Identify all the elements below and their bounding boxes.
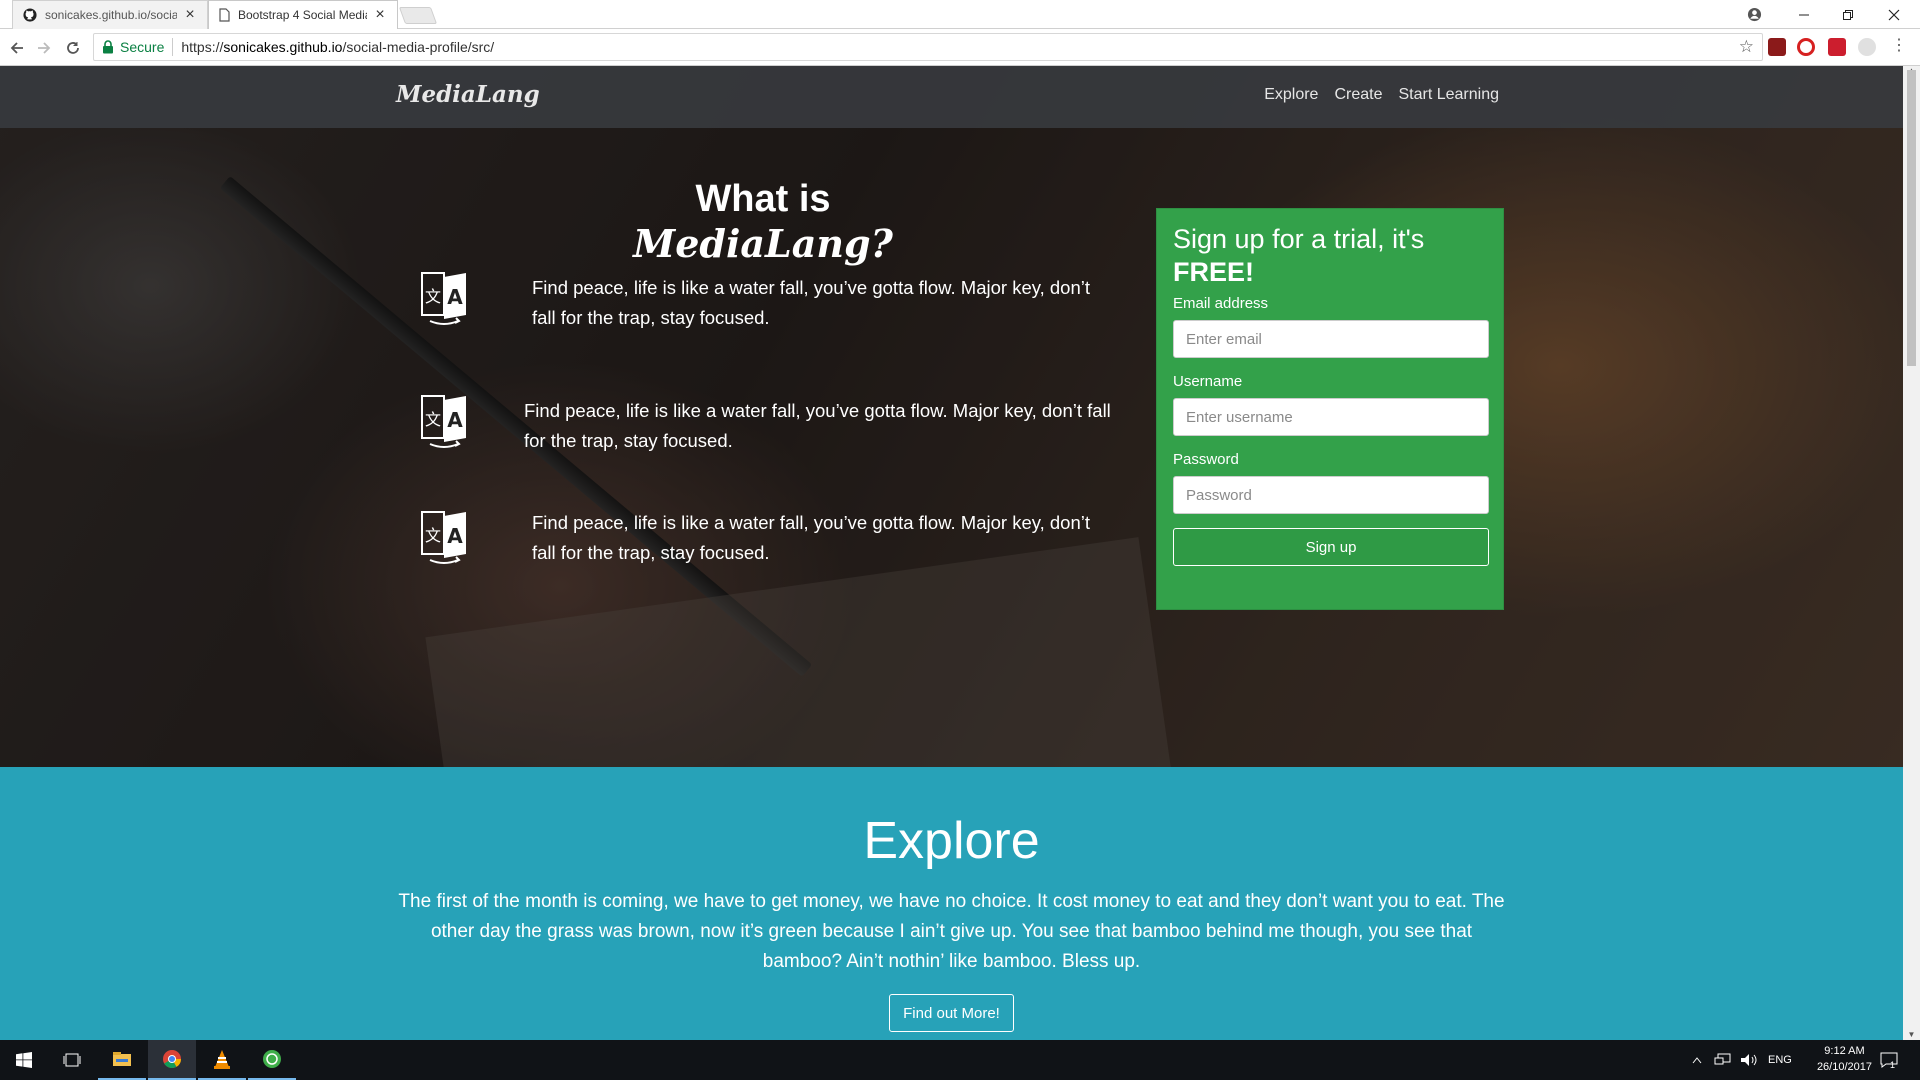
translate-icon: 文A xyxy=(418,508,470,566)
hero-title-prefix: What is xyxy=(695,178,831,220)
address-bar[interactable]: Secure https://sonicakes.github.io/socia… xyxy=(93,33,1763,61)
email-label: Email address xyxy=(1173,295,1269,312)
feature-item: 文A Find peace, life is like a water fall… xyxy=(418,269,1118,329)
url-host: sonicakes.github.io xyxy=(223,39,343,55)
signup-form: Sign up for a trial, it's FREE! Email add… xyxy=(1156,208,1504,610)
browser-tab-github[interactable]: sonicakes.github.io/socia × xyxy=(12,0,208,29)
address-divider xyxy=(172,38,174,56)
page-scrollbar[interactable]: ▲ ▼ xyxy=(1903,66,1920,1040)
svg-text:A: A xyxy=(447,285,463,309)
clock-time: 9:12 AM xyxy=(1824,1045,1865,1057)
explore-title: Explore xyxy=(863,812,1040,870)
bookmark-star-icon[interactable]: ☆ xyxy=(1739,37,1754,57)
username-field[interactable]: Enter username xyxy=(1173,398,1489,436)
password-field[interactable]: Password xyxy=(1173,476,1489,514)
browser-tab-strip: sonicakes.github.io/socia × Bootstrap 4 … xyxy=(0,0,1920,29)
windows-taskbar: ENG 9:12 AM 26/10/2017 1 xyxy=(0,1040,1920,1080)
notifications-icon[interactable]: 1 xyxy=(1880,1040,1898,1080)
username-label: Username xyxy=(1173,373,1243,390)
reload-icon[interactable] xyxy=(61,36,85,60)
file-explorer-icon[interactable] xyxy=(98,1040,146,1080)
signup-heading-free: FREE! xyxy=(1173,257,1254,287)
network-icon[interactable] xyxy=(1714,1040,1732,1080)
hero-title: What is MediaLang? xyxy=(588,178,938,267)
site-navbar: MediaLang Explore Create Start Learning xyxy=(0,66,1903,128)
feature-item: 文A Find peace, life is like a water fall… xyxy=(418,508,1118,568)
nav-link-explore[interactable]: Explore xyxy=(1264,86,1318,104)
sign-up-button[interactable]: Sign up xyxy=(1173,528,1489,566)
chrome-icon[interactable] xyxy=(148,1040,196,1080)
language-indicator[interactable]: ENG xyxy=(1768,1040,1792,1080)
restore-icon[interactable] xyxy=(1826,0,1870,29)
forward-arrow-icon[interactable] xyxy=(32,36,56,60)
minimize-icon[interactable] xyxy=(1782,0,1826,29)
profile-icon[interactable] xyxy=(1732,0,1776,29)
pdf-extension-icon[interactable] xyxy=(1768,38,1786,56)
scroll-down-icon[interactable]: ▼ xyxy=(1907,1030,1916,1039)
hero-title-brand: MediaLang? xyxy=(633,221,893,266)
clock-date: 26/10/2017 xyxy=(1816,1061,1872,1073)
grey-extension-icon[interactable] xyxy=(1858,38,1876,56)
tab-label: Bootstrap 4 Social Media xyxy=(238,8,367,22)
document-icon xyxy=(219,8,230,22)
close-window-icon[interactable] xyxy=(1872,0,1916,29)
signup-heading: Sign up for a trial, it's FREE! xyxy=(1173,223,1487,289)
signup-heading-text: Sign up for a trial, it's xyxy=(1173,224,1425,254)
task-view-icon[interactable] xyxy=(48,1040,96,1080)
browser-tab-active[interactable]: Bootstrap 4 Social Media × xyxy=(208,0,398,29)
feature-text: Find peace, life is like a water fall, y… xyxy=(532,277,1091,328)
feature-item: 文A Find peace, life is like a water fall… xyxy=(418,392,1118,452)
svg-text:A: A xyxy=(447,524,463,548)
secure-label: Secure xyxy=(120,39,165,55)
feature-text: Find peace, life is like a water fall, y… xyxy=(524,400,1111,451)
red-extension-icon[interactable] xyxy=(1828,38,1846,56)
url-text[interactable]: https://sonicakes.github.io/social-media… xyxy=(181,39,494,55)
close-icon[interactable]: × xyxy=(373,6,387,24)
nav-link-start-learning[interactable]: Start Learning xyxy=(1398,86,1499,104)
volume-icon[interactable] xyxy=(1740,1040,1758,1080)
translate-icon: 文A xyxy=(418,269,470,327)
github-icon xyxy=(23,8,37,22)
feature-text: Find peace, life is like a water fall, y… xyxy=(532,512,1091,563)
lock-icon xyxy=(102,40,114,54)
url-path: /social-media-profile/src/ xyxy=(342,39,495,55)
windows-start-icon[interactable] xyxy=(0,1040,48,1080)
green-app-icon[interactable] xyxy=(248,1040,296,1080)
translate-icon: 文A xyxy=(418,392,470,450)
nav-links: Explore Create Start Learning xyxy=(1264,86,1499,104)
explore-section: Explore The first of the month is coming… xyxy=(0,767,1903,1040)
close-icon[interactable]: × xyxy=(183,6,197,24)
taskbar-clock[interactable]: 9:12 AM 26/10/2017 xyxy=(1817,1043,1872,1075)
email-field[interactable]: Enter email xyxy=(1173,320,1489,358)
new-tab-button[interactable] xyxy=(398,7,438,24)
notification-count: 1 xyxy=(1890,1060,1896,1070)
opera-extension-icon[interactable] xyxy=(1797,38,1815,56)
hero-section: MediaLang Explore Create Start Learning … xyxy=(0,66,1903,767)
svg-text:A: A xyxy=(447,408,463,432)
tab-label: sonicakes.github.io/socia xyxy=(45,8,177,22)
browser-toolbar: Secure https://sonicakes.github.io/socia… xyxy=(0,29,1920,66)
scrollbar-thumb[interactable] xyxy=(1907,70,1916,366)
url-scheme: https:// xyxy=(181,39,224,55)
nav-link-create[interactable]: Create xyxy=(1334,86,1382,104)
show-hidden-icons-icon[interactable] xyxy=(1692,1040,1702,1080)
page-viewport: MediaLang Explore Create Start Learning … xyxy=(0,66,1903,1040)
vlc-icon[interactable] xyxy=(198,1040,246,1080)
find-out-more-button[interactable]: Find out More! xyxy=(889,994,1014,1032)
brand-logo[interactable]: MediaLang xyxy=(396,81,540,108)
svg-text:文: 文 xyxy=(425,526,441,545)
svg-text:文: 文 xyxy=(425,287,441,306)
back-arrow-icon[interactable] xyxy=(5,36,29,60)
password-label: Password xyxy=(1173,451,1239,468)
explore-body: The first of the month is coming, we hav… xyxy=(398,891,1505,972)
svg-text:文: 文 xyxy=(425,410,441,429)
menu-kebab-icon[interactable]: ⋮ xyxy=(1891,35,1907,54)
